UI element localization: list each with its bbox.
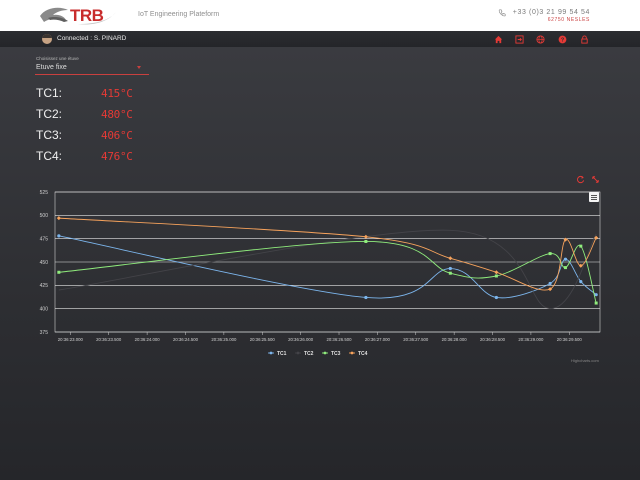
legend-marker-tc3[interactable] (323, 351, 327, 355)
legend-item-tc1[interactable]: TC1 (277, 351, 287, 357)
series-line-tc1 (58, 235, 597, 299)
legend-item-tc2[interactable]: TC2 (304, 351, 314, 357)
tc3-label: TC3: (36, 128, 63, 142)
data-point-tc3 (548, 252, 552, 256)
globe-icon[interactable] (536, 35, 545, 44)
data-point-tc1 (548, 281, 552, 286)
data-point-tc1 (364, 295, 368, 300)
chart-svg: 375 400 425 450 475 500 525 20:36:23.000 20:36:2… (40, 190, 601, 357)
series-line-tc3 (58, 241, 597, 304)
data-point-tc4 (494, 270, 499, 275)
data-point-tc3 (364, 239, 368, 243)
tc2-value: 480°C (101, 108, 133, 121)
data-point-tc4 (448, 256, 453, 261)
data-point-tc1 (594, 293, 598, 297)
legend-marker-tc4[interactable] (350, 351, 354, 355)
tc1-value: 415°C (101, 87, 133, 100)
phone-icon (498, 9, 506, 17)
data-point-tc3 (563, 266, 567, 270)
app-tagline: IoT Engineering Plateform (138, 11, 220, 18)
oven-select[interactable]: Etuve fixe (35, 62, 149, 75)
refresh-icon[interactable] (576, 175, 585, 184)
legend-item-tc3[interactable]: TC3 (331, 351, 341, 357)
legend-marker-tc2[interactable] (296, 351, 300, 355)
temperature-chart: 375 400 425 450 475 500 525 20:36:23.000 20:36:2… (0, 186, 640, 376)
data-point-tc3 (579, 244, 583, 248)
tc4-label: TC4: (36, 149, 63, 163)
tc1-label: TC1: (36, 86, 63, 100)
data-point-tc1 (563, 257, 568, 261)
x-tick-label: 20:36:23.000 (58, 337, 84, 342)
login-icon[interactable] (515, 35, 524, 44)
x-tick-label: 20:36:24.500 (173, 337, 199, 342)
legend-item-tc4[interactable]: TC4 (358, 351, 368, 357)
data-point-tc4 (563, 237, 568, 242)
logo-text: TRB (70, 6, 104, 25)
x-tick-label: 20:36:25.000 (211, 337, 237, 342)
oven-select-label: Choisissez une étuve (36, 56, 79, 61)
oven-select-value: Etuve fixe (36, 64, 67, 71)
tc4-value: 476°C (101, 150, 133, 163)
y-tick-label: 450 (40, 260, 49, 266)
app-header: TRB IoT Engineering Plateform +33 (0)3 2… (0, 0, 640, 31)
y-tick-label: 475 (40, 236, 49, 242)
x-tick-label: 20:36:27.500 (403, 337, 429, 342)
data-point-tc4 (56, 216, 61, 221)
x-tick-label: 20:36:27.000 (365, 337, 391, 342)
data-point-tc1 (494, 295, 498, 300)
phone-number: +33 (0)3 21 99 54 54 (512, 9, 590, 16)
x-tick-label: 20:36:23.500 (96, 337, 122, 342)
x-tick-label: 20:36:29.000 (518, 337, 544, 342)
svg-text:?: ? (561, 38, 564, 44)
home-icon[interactable] (494, 35, 503, 44)
data-point-tc3 (594, 301, 598, 305)
connected-user: Connected : S. PINARD (57, 35, 127, 42)
city-text: 62750 NESLES (547, 17, 590, 23)
x-tick-label: 20:36:26.500 (326, 337, 352, 342)
data-point-tc1 (448, 266, 452, 271)
avatar[interactable] (42, 34, 52, 44)
data-point-tc3 (448, 271, 452, 275)
x-tick-label: 20:36:26.000 (288, 337, 314, 342)
x-tick-label: 20:36:28.500 (480, 337, 506, 342)
data-point-tc3 (494, 274, 498, 278)
x-tick-label: 20:36:25.500 (250, 337, 276, 342)
tc2-label: TC2: (36, 107, 63, 121)
data-point-tc1 (57, 234, 61, 238)
x-tick-label: 20:36:24.000 (135, 337, 161, 342)
help-icon[interactable]: ? (558, 35, 567, 44)
y-tick-label: 375 (40, 330, 49, 336)
expand-icon[interactable] (591, 175, 600, 184)
y-tick-label: 500 (40, 213, 49, 219)
series-line-tc4 (58, 217, 597, 291)
series-line-tc2 (58, 229, 597, 310)
x-tick-label: 20:36:28.000 (442, 337, 468, 342)
x-tick-label: 20:36:29.500 (557, 337, 583, 342)
tc3-value: 406°C (101, 129, 133, 142)
lock-icon[interactable] (580, 35, 589, 44)
chart-credit[interactable]: Highcharts.com (571, 358, 599, 363)
chart-menu-button[interactable] (589, 192, 599, 202)
data-point-tc3 (57, 270, 61, 274)
legend-marker-tc1[interactable] (269, 351, 273, 355)
y-tick-label: 525 (40, 190, 49, 196)
y-tick-label: 425 (40, 283, 49, 289)
chevron-down-icon (137, 66, 141, 69)
data-point-tc1 (579, 280, 583, 284)
y-tick-label: 400 (40, 306, 49, 312)
data-point-tc4 (363, 234, 368, 239)
